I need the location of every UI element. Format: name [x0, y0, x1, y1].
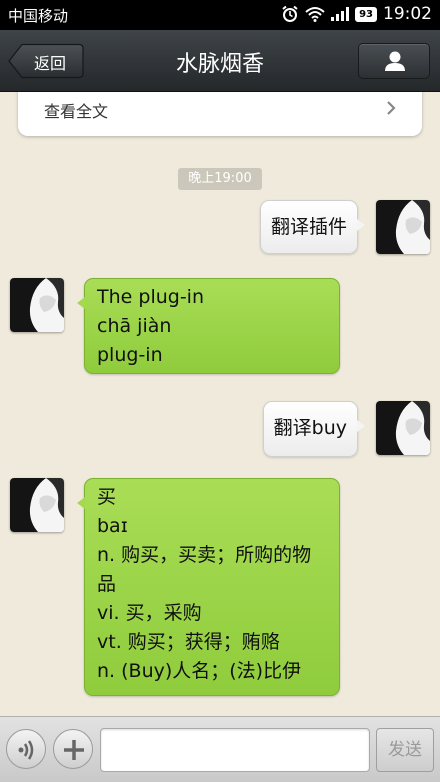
add-button[interactable] — [53, 729, 93, 769]
clock: 19:02 — [383, 4, 432, 24]
message-bubble-sent[interactable]: 翻译插件 — [259, 200, 366, 254]
avatar[interactable] — [10, 278, 64, 332]
message-text: plug-in — [97, 344, 163, 366]
message-timestamp: 晚上19:00 — [178, 168, 262, 190]
message-text: baɪ — [97, 515, 128, 537]
nav-bar: 返回 水脉烟香 — [0, 30, 440, 92]
chevron-right-icon — [387, 101, 396, 115]
message-bubble-received[interactable]: 买 baɪ n. 购买，买卖；所购的物 品 vi. 买，采购 vt. 购买；获得… — [77, 478, 340, 696]
avatar[interactable] — [376, 401, 430, 455]
message-text: vi. 买，采购 — [97, 602, 202, 624]
avatar-photo — [376, 401, 430, 455]
profile-button[interactable] — [358, 43, 430, 79]
view-full-text-card[interactable]: 查看全文 — [18, 92, 422, 136]
voice-button[interactable] — [6, 729, 46, 769]
send-button[interactable]: 发送 — [376, 728, 434, 772]
message-text: vt. 购买；获得；贿赂 — [97, 631, 280, 653]
carrier-name: 中国移动 — [8, 7, 69, 25]
message-text: n. 购买，买卖；所购的物 — [97, 544, 312, 566]
message-text: chā jiàn — [97, 315, 172, 337]
avatar-photo — [10, 478, 64, 532]
status-icons: 93 19:02 — [281, 4, 432, 24]
avatar[interactable] — [10, 478, 64, 532]
input-bar: 发送 — [0, 716, 440, 782]
battery-icon: 93 — [355, 6, 377, 22]
avatar-photo — [376, 200, 430, 254]
message-bubble-received[interactable]: The plug-in chā jiàn plug-in — [77, 278, 340, 374]
plus-icon — [64, 740, 84, 760]
message-bubble-sent[interactable]: 翻译buy — [262, 401, 366, 457]
status-bar: 中国移动 93 19:02 — [0, 0, 440, 30]
signal-icon — [331, 7, 350, 21]
alarm-icon — [282, 5, 298, 22]
wifi-icon — [305, 7, 325, 22]
message-text: 买 — [97, 486, 117, 508]
message-text: n. (Buy)人名；(法)比伊 — [97, 660, 302, 682]
avatar[interactable] — [376, 200, 430, 254]
chat-area[interactable]: 查看全文 晚上19:00 翻译插件 The plug-in chā jiàn p… — [0, 92, 440, 716]
voice-icon — [18, 740, 34, 760]
view-full-text-label: 查看全文 — [44, 102, 109, 121]
message-text: 翻译插件 — [270, 216, 347, 238]
person-icon — [385, 51, 405, 71]
message-text: 品 — [97, 573, 117, 595]
message-text: The plug-in — [97, 286, 204, 308]
message-text: 翻译buy — [273, 417, 347, 439]
message-input[interactable] — [100, 728, 370, 772]
avatar-photo — [10, 278, 64, 332]
